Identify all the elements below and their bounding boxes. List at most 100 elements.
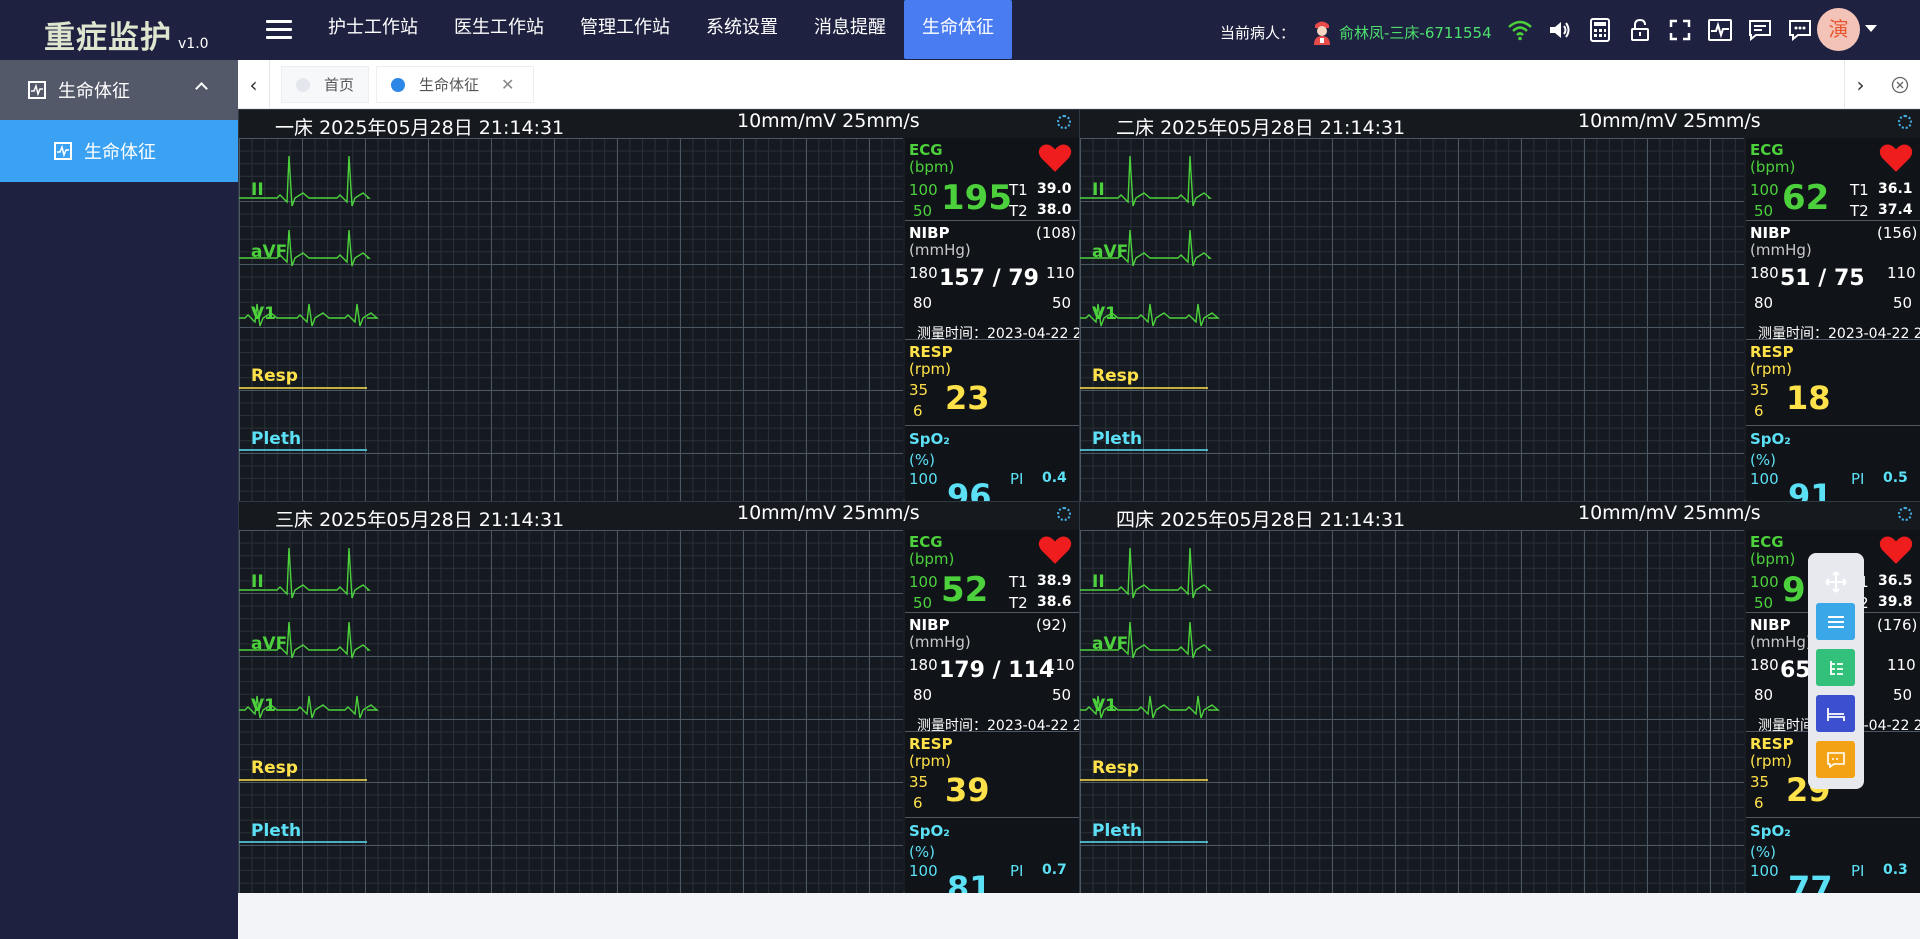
user-avatar[interactable]: 演	[1817, 8, 1860, 51]
nav-messages[interactable]: 消息提醒	[796, 0, 904, 59]
move-icon[interactable]	[1816, 563, 1855, 600]
sidebar-group-vital-signs[interactable]: 生命体征	[0, 60, 238, 120]
wave-label-ii: II	[251, 180, 264, 200]
spo2-value: 96	[947, 477, 992, 502]
nibp-dia-high: 110	[1046, 264, 1075, 282]
pi-label: PI	[1010, 862, 1024, 880]
chat-icon[interactable]	[1780, 14, 1820, 46]
ecg-box: ECG (bpm) 100 50 62 T1 36.1 T2 37.4	[1746, 138, 1920, 221]
toolbar-icons	[1500, 14, 1820, 46]
monitor-header: 四床 2025年05月28日 21:14:31 10mm/mV 25mm/s	[1080, 502, 1920, 532]
t2-label: T2	[1009, 594, 1028, 612]
t1-value: 38.9	[1037, 573, 1072, 589]
nibp-measure-time: 测量时间：2023-04-22 22:00:00	[917, 326, 1080, 340]
pi-label: PI	[1851, 862, 1865, 880]
nibp-dia-low: 50	[1052, 686, 1072, 704]
list-icon[interactable]	[1816, 603, 1855, 640]
nibp-dia-high: 110	[1046, 656, 1075, 674]
nibp-measure-time: 测量时间：2023-04-22 22:00:00	[917, 718, 1080, 732]
monitor-icon[interactable]	[1700, 14, 1740, 46]
spo2-label: SpO₂	[1750, 822, 1791, 840]
fullscreen-icon[interactable]	[1660, 14, 1700, 46]
pi-value: 0.5	[1883, 470, 1908, 486]
user-menu-caret-icon[interactable]	[1865, 25, 1877, 32]
wave-label-ii: II	[251, 572, 264, 592]
bed-datetime: 四床 2025年05月28日 21:14:31	[1116, 505, 1405, 532]
sidebar-group-label: 生命体征	[58, 81, 130, 102]
wave-label-avf: aVF	[1092, 634, 1129, 654]
nav-vital-signs[interactable]: 生命体征	[904, 0, 1012, 59]
sidebar-item-vital-signs[interactable]: 生命体征	[0, 120, 238, 182]
bed-icon[interactable]	[1816, 695, 1855, 732]
sidebar-item-label: 生命体征	[84, 142, 156, 163]
spo2-value: 91	[1788, 477, 1833, 502]
monitor-header: 一床 2025年05月28日 21:14:31 10mm/mV 25mm/s	[239, 110, 1080, 139]
wave-label-resp: Resp	[251, 758, 298, 778]
resp-label: RESP	[909, 735, 953, 753]
monitor-header: 二床 2025年05月28日 21:14:31 10mm/mV 25mm/s	[1080, 110, 1920, 139]
t1-value: 36.5	[1878, 573, 1913, 589]
volume-icon[interactable]	[1540, 14, 1580, 46]
resp-unit: (rpm)	[1750, 752, 1793, 770]
t1-value: 39.0	[1037, 181, 1072, 197]
message-icon[interactable]	[1740, 14, 1780, 46]
gear-icon[interactable]	[1057, 507, 1071, 521]
close-all-tabs-icon[interactable]	[1884, 60, 1916, 109]
tabs-scroll-left-icon[interactable]: ‹	[238, 60, 270, 109]
spo2-high-limit: 100	[1750, 862, 1779, 880]
resp-high-limit: 35	[909, 381, 929, 399]
wave-label-pleth: Pleth	[1092, 821, 1143, 841]
close-icon[interactable]: ✕	[501, 75, 514, 94]
current-patient-name[interactable]: 俞林凤-三床-6711554	[1339, 22, 1492, 43]
tab-home[interactable]: 首页	[281, 66, 369, 103]
tabs-bar: ‹ 首页 生命体征 ✕ ›	[238, 60, 1920, 109]
pi-value: 0.7	[1042, 862, 1067, 878]
nibp-unit: (mmHg)	[1750, 241, 1812, 259]
message-icon[interactable]	[1816, 741, 1855, 778]
monitor-panel: 一床 2025年05月28日 21:14:31 10mm/mV 25mm/s I…	[238, 109, 1080, 502]
ecg-scale: 10mm/mV 25mm/s	[1578, 110, 1761, 132]
wave-label-resp: Resp	[1092, 758, 1139, 778]
monitor-icon	[54, 142, 72, 160]
heart-rate-value: 9	[1782, 570, 1806, 610]
spo2-unit: (%)	[1750, 451, 1776, 469]
tab-vital-signs[interactable]: 生命体征 ✕	[376, 66, 534, 103]
t2-label: T2	[1009, 202, 1028, 220]
spo2-box: SpO₂ (%) 100 96 PI 0.4	[905, 427, 1080, 502]
ecg-box: ECG (bpm) 100 50 195 T1 39.0 T2 38.0	[905, 138, 1080, 221]
spo2-label: SpO₂	[909, 430, 950, 448]
ecg-box: ECG (bpm) 100 50 52 T1 38.9 T2 38.6	[905, 530, 1080, 613]
resp-label: RESP	[909, 343, 953, 361]
nibp-box: NIBP (156) (mmHg) 180 80 51 / 75 110 50 …	[1746, 222, 1920, 340]
waveform-traces	[239, 155, 379, 451]
tabs-scroll-right-icon[interactable]: ›	[1844, 60, 1876, 109]
tab-status-dot	[391, 77, 405, 92]
nav-system-settings[interactable]: 系统设置	[688, 0, 796, 59]
nav-nurse-station[interactable]: 护士工作站	[310, 0, 436, 59]
tree-icon[interactable]	[1816, 649, 1855, 686]
wave-label-pleth: Pleth	[251, 429, 302, 449]
nibp-sys-low: 80	[913, 686, 933, 704]
menu-toggle-icon[interactable]	[266, 20, 292, 40]
nibp-label: NIBP	[1750, 616, 1791, 634]
nibp-dia-high: 110	[1887, 656, 1916, 674]
tab-label: 生命体征	[419, 76, 480, 94]
lock-icon[interactable]	[1620, 14, 1660, 46]
t1-label: T1	[1009, 181, 1028, 199]
nav-doctor-station[interactable]: 医生工作站	[436, 0, 562, 59]
wave-label-avf: aVF	[251, 242, 288, 262]
pi-value: 0.4	[1042, 470, 1067, 486]
gear-icon[interactable]	[1057, 115, 1071, 129]
vitals-panel: ECG (bpm) 100 50 62 T1 36.1 T2 37.4 NIBP…	[1746, 138, 1920, 502]
sidebar: 生命体征 生命体征	[0, 60, 238, 939]
gear-icon[interactable]	[1898, 507, 1912, 521]
ecg-unit: (bpm)	[909, 550, 955, 568]
main-nav: 护士工作站 医生工作站 管理工作站 系统设置 消息提醒 生命体征	[310, 0, 1012, 60]
gear-icon[interactable]	[1898, 115, 1912, 129]
heart-icon	[1879, 536, 1913, 564]
wifi-icon[interactable]	[1500, 14, 1540, 46]
vitals-panel: ECG (bpm) 100 50 52 T1 38.9 T2 38.6 NIBP…	[905, 530, 1080, 894]
nav-admin-station[interactable]: 管理工作站	[562, 0, 688, 59]
calculator-icon[interactable]	[1580, 14, 1620, 46]
wave-label-avf: aVF	[251, 634, 288, 654]
